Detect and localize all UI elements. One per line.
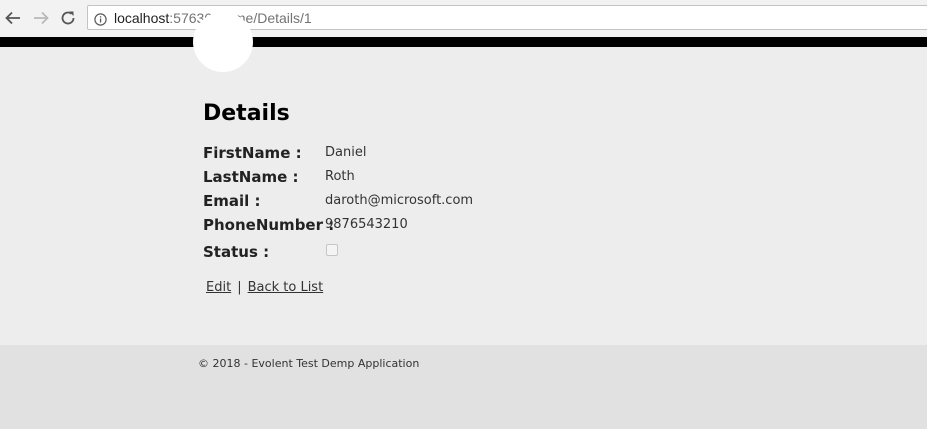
- email-label: Email :: [203, 192, 261, 210]
- lastname-value: Roth: [325, 169, 355, 184]
- email-value: daroth@microsoft.com: [325, 193, 474, 208]
- url-host: localhost: [114, 10, 170, 26]
- forward-arrow-icon[interactable]: [31, 8, 51, 28]
- logo-circle: [193, 12, 253, 72]
- phonenumber-label: PhoneNumber :: [203, 216, 335, 234]
- back-to-list-link[interactable]: Back to List: [248, 280, 324, 295]
- lastname-label: LastName :: [203, 168, 299, 186]
- info-icon[interactable]: [94, 11, 107, 26]
- link-separator: |: [237, 280, 242, 295]
- reload-icon[interactable]: [58, 8, 78, 28]
- navbar: [0, 37, 927, 47]
- page-title: Details: [203, 101, 290, 126]
- firstname-label: FirstName :: [203, 144, 302, 162]
- edit-link[interactable]: Edit: [206, 280, 231, 295]
- browser-toolbar: localhost:57636/Home/Details/1: [0, 0, 927, 37]
- footer-copyright: © 2018 - Evolent Test Demp Application: [198, 357, 420, 370]
- main-content: Details FirstName : Daniel LastName : Ro…: [0, 12, 927, 345]
- back-arrow-icon[interactable]: [3, 8, 23, 28]
- firstname-value: Daniel: [325, 145, 367, 160]
- phonenumber-value: 9876543210: [325, 217, 408, 232]
- status-checkbox: [326, 244, 338, 256]
- action-links: Edit | Back to List: [206, 280, 323, 295]
- status-label: Status :: [203, 243, 270, 261]
- footer: © 2018 - Evolent Test Demp Application: [0, 345, 927, 429]
